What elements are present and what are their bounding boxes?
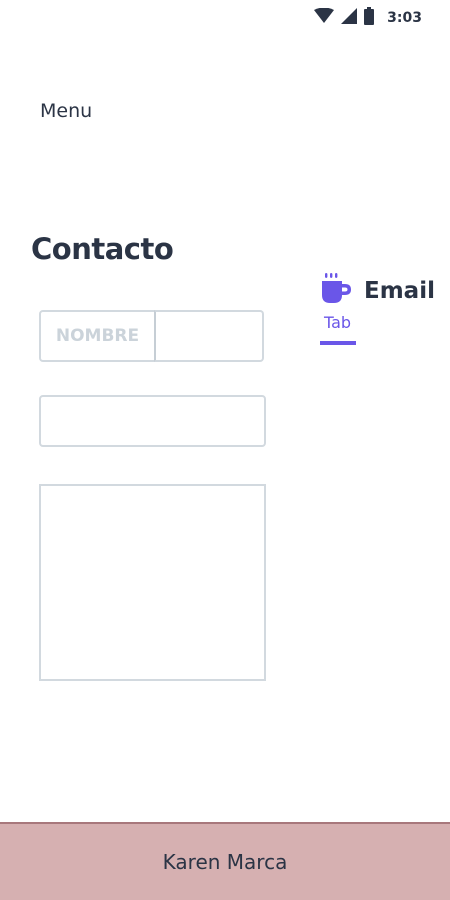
status-time: 3:03 — [387, 10, 422, 26]
tab-active-indicator — [320, 341, 356, 345]
name-input[interactable] — [154, 310, 264, 362]
footer: Karen Marca — [0, 822, 450, 900]
footer-author-name: Karen Marca — [162, 850, 288, 874]
coffee-cup-icon — [320, 272, 354, 308]
menu-link[interactable]: Menu — [40, 100, 92, 122]
name-prefix-label: NOMBRE — [39, 310, 156, 362]
tab-email[interactable]: Email Tab — [320, 272, 440, 352]
signal-icon — [341, 8, 358, 28]
message-textarea[interactable] — [39, 484, 266, 681]
tab-title: Email — [364, 278, 435, 304]
tab-subtitle: Tab — [324, 313, 352, 332]
tab-head: Email — [320, 272, 435, 308]
wifi-icon — [314, 7, 335, 28]
battery-icon — [364, 7, 375, 29]
email-input[interactable] — [39, 395, 266, 447]
name-field-group: NOMBRE — [39, 310, 266, 362]
status-bar: 3:03 — [0, 0, 450, 32]
status-icons: 3:03 — [314, 7, 422, 29]
page-title: Contacto — [31, 232, 174, 266]
